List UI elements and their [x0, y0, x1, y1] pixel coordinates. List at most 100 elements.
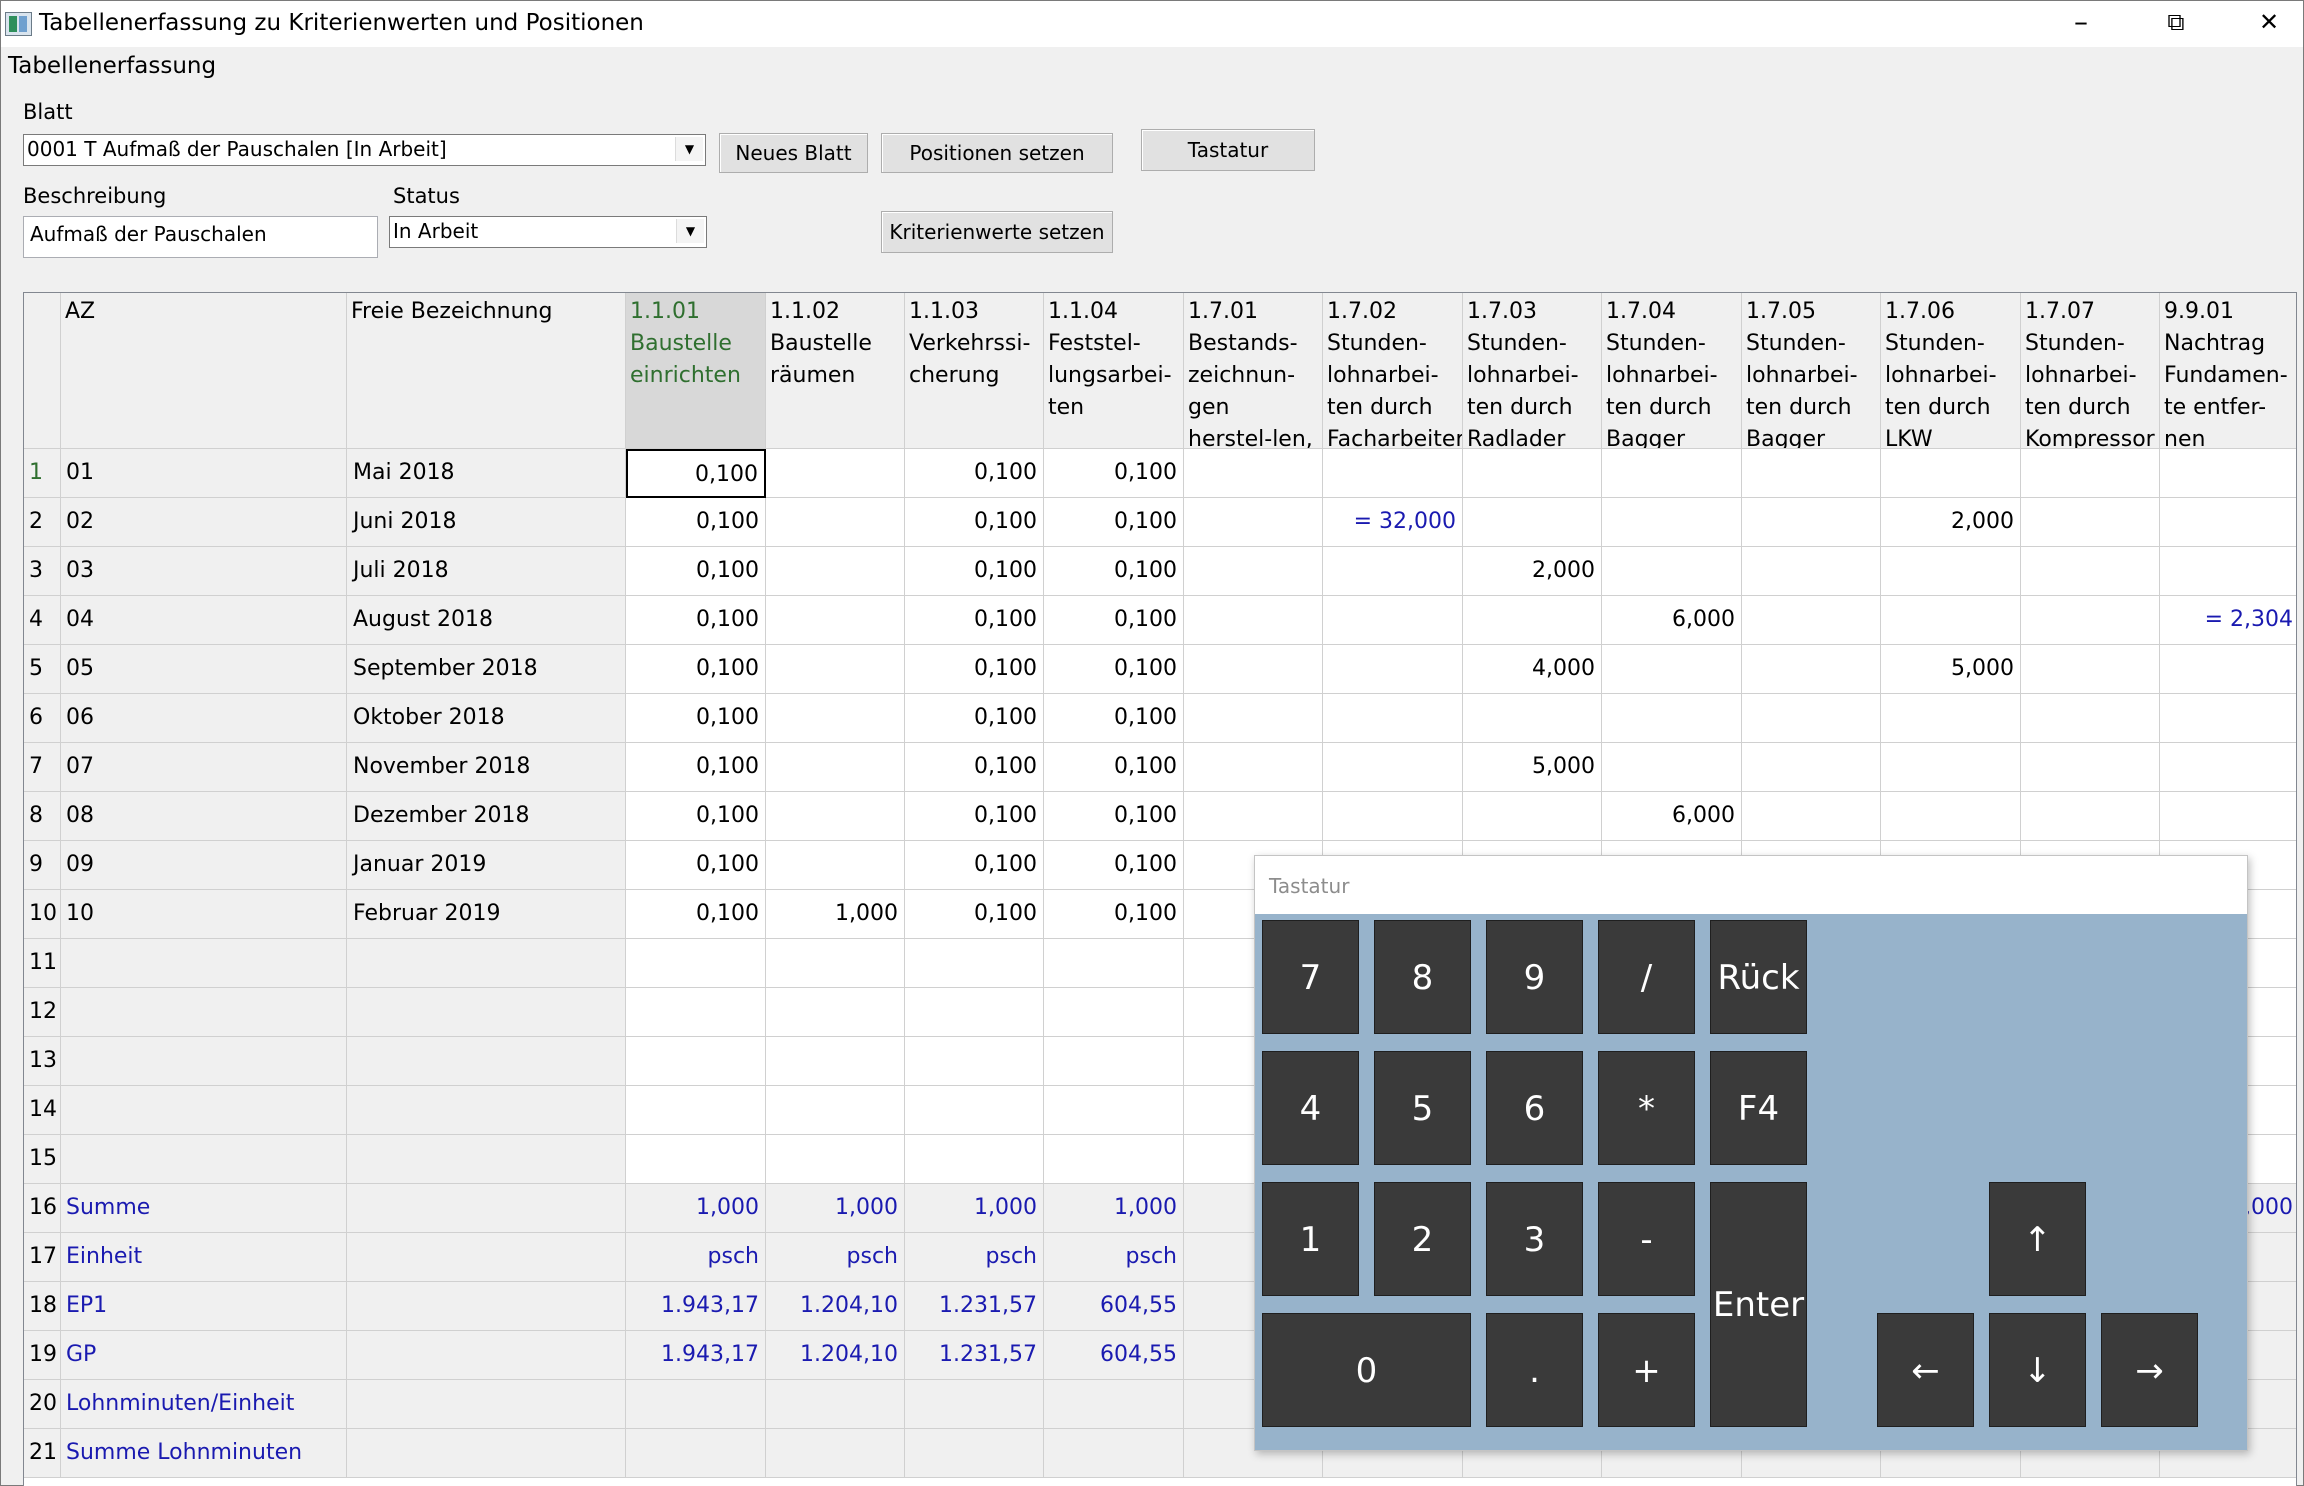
column-header-pos-1-7-01[interactable]: 1.7.01 Bestands-zeichnun-gen herstel-len… — [1184, 293, 1323, 449]
grid-cell-pos-1-1-01[interactable] — [626, 1086, 766, 1135]
grid-cell-freie-bezeichnung[interactable] — [347, 1380, 626, 1429]
grid-cell-pos-1-1-01[interactable]: 0,100 — [626, 694, 766, 743]
grid-cell-pos-1-1-04[interactable]: 604,55 — [1044, 1331, 1184, 1380]
positionen-setzen-button[interactable]: Positionen setzen — [881, 133, 1113, 173]
grid-cell-pos-1-7-06[interactable] — [1881, 743, 2021, 792]
grid-cell-pos-1-1-01[interactable]: 0,100 — [626, 596, 766, 645]
key-2[interactable]: 2 — [1374, 1182, 1471, 1296]
grid-cell-pos-1-7-02[interactable] — [1323, 694, 1463, 743]
grid-cell-pos-1-1-02[interactable] — [766, 547, 905, 596]
grid-cell-pos-1-7-02[interactable] — [1323, 596, 1463, 645]
grid-cell-pos-1-7-04[interactable] — [1602, 645, 1742, 694]
key-9[interactable]: 9 — [1486, 920, 1583, 1034]
grid-cell-az[interactable]: 06 — [61, 694, 347, 743]
grid-cell-pos-1-1-03[interactable] — [905, 988, 1044, 1037]
grid-cell-freie-bezeichnung[interactable]: Dezember 2018 — [347, 792, 626, 841]
close-button[interactable]: ✕ — [2229, 1, 2304, 45]
grid-cell-pos-1-1-03[interactable] — [905, 1135, 1044, 1184]
grid-cell-pos-1-1-02[interactable] — [766, 841, 905, 890]
grid-cell-pos-1-1-02[interactable]: 1,000 — [766, 890, 905, 939]
grid-cell-pos-9-9-01[interactable] — [2160, 498, 2296, 547]
grid-cell-pos-1-7-02[interactable] — [1323, 645, 1463, 694]
minimize-button[interactable]: – — [2041, 1, 2121, 45]
grid-cell-pos-1-7-04[interactable] — [1602, 694, 1742, 743]
column-header-pos-1-7-06[interactable]: 1.7.06 Stunden-lohnarbei-ten durch LKW — [1881, 293, 2021, 449]
status-combobox[interactable]: In Arbeit ▼ — [389, 216, 707, 248]
grid-cell-pos-1-1-01[interactable] — [626, 939, 766, 988]
grid-cell-pos-1-1-02[interactable] — [766, 449, 905, 498]
grid-cell-pos-1-1-04[interactable]: 0,100 — [1044, 743, 1184, 792]
grid-cell-pos-1-1-04[interactable]: 0,100 — [1044, 596, 1184, 645]
grid-cell-pos-1-1-04[interactable]: 604,55 — [1044, 1282, 1184, 1331]
column-header-pos-1-7-03[interactable]: 1.7.03 Stunden-lohnarbei-ten durch Radla… — [1463, 293, 1602, 449]
arrow-down-icon[interactable]: ↓ — [1989, 1313, 2086, 1427]
grid-cell-pos-1-1-03[interactable]: 1.231,57 — [905, 1282, 1044, 1331]
column-header-pos-1-7-05[interactable]: 1.7.05 Stunden-lohnarbei-ten durch Bagge… — [1742, 293, 1881, 449]
grid-cell-pos-1-7-07[interactable] — [2021, 449, 2160, 498]
key-0[interactable]: 0 — [1262, 1313, 1471, 1427]
key-f4[interactable]: F4 — [1710, 1051, 1807, 1165]
grid-cell-pos-1-7-02[interactable] — [1323, 547, 1463, 596]
grid-cell-pos-1-1-04[interactable] — [1044, 988, 1184, 1037]
grid-cell-pos-1-1-03[interactable]: 1.231,57 — [905, 1331, 1044, 1380]
grid-cell-pos-1-1-03[interactable]: 0,100 — [905, 694, 1044, 743]
grid-cell-pos-1-1-01[interactable]: 0,100 — [626, 645, 766, 694]
key-backspace[interactable]: Rück — [1710, 920, 1807, 1034]
grid-cell-pos-1-1-04[interactable]: 0,100 — [1044, 792, 1184, 841]
column-header-pos-1-7-07[interactable]: 1.7.07 Stunden-lohnarbei-ten durch Kompr… — [2021, 293, 2160, 449]
grid-cell-pos-1-1-03[interactable]: 0,100 — [905, 890, 1044, 939]
column-header-freie-bezeichnung[interactable]: Freie Bezeichnung — [347, 293, 626, 449]
grid-cell-pos-1-7-01[interactable] — [1184, 449, 1323, 498]
key-3[interactable]: 3 — [1486, 1182, 1583, 1296]
grid-cell-pos-1-1-04[interactable] — [1044, 1037, 1184, 1086]
grid-cell-az[interactable] — [61, 1135, 347, 1184]
grid-cell-freie-bezeichnung[interactable]: September 2018 — [347, 645, 626, 694]
grid-cell-freie-bezeichnung[interactable] — [347, 1282, 626, 1331]
grid-cell-az[interactable]: Lohnminuten/Einheit — [61, 1380, 347, 1429]
grid-cell-az[interactable]: 07 — [61, 743, 347, 792]
grid-cell-freie-bezeichnung[interactable] — [347, 1184, 626, 1233]
grid-cell-pos-1-1-04[interactable] — [1044, 939, 1184, 988]
grid-cell-az[interactable] — [61, 1037, 347, 1086]
beschreibung-input[interactable]: Aufmaß der Pauschalen — [23, 216, 378, 258]
grid-cell-pos-1-1-01[interactable] — [626, 1037, 766, 1086]
grid-cell-freie-bezeichnung[interactable]: Juni 2018 — [347, 498, 626, 547]
grid-cell-freie-bezeichnung[interactable]: Mai 2018 — [347, 449, 626, 498]
key-divide[interactable]: / — [1598, 920, 1695, 1034]
grid-cell-pos-1-7-07[interactable] — [2021, 498, 2160, 547]
grid-cell-freie-bezeichnung[interactable]: August 2018 — [347, 596, 626, 645]
grid-cell-pos-1-1-02[interactable] — [766, 743, 905, 792]
key-plus[interactable]: + — [1598, 1313, 1695, 1427]
grid-cell-pos-9-9-01[interactable] — [2160, 792, 2296, 841]
key-8[interactable]: 8 — [1374, 920, 1471, 1034]
column-header-pos-1-1-02[interactable]: 1.1.02 Baustelle räumen — [766, 293, 905, 449]
arrow-left-icon[interactable]: ← — [1877, 1313, 1974, 1427]
key-minus[interactable]: - — [1598, 1182, 1695, 1296]
grid-cell-pos-1-7-06[interactable] — [1881, 449, 2021, 498]
grid-cell-pos-1-1-01[interactable]: 0,100 — [626, 449, 766, 498]
neues-blatt-button[interactable]: Neues Blatt — [719, 133, 868, 173]
grid-cell-pos-1-1-02[interactable]: 1.204,10 — [766, 1282, 905, 1331]
grid-cell-pos-1-1-03[interactable] — [905, 1037, 1044, 1086]
grid-cell-pos-1-1-02[interactable] — [766, 939, 905, 988]
grid-cell-pos-1-7-03[interactable] — [1463, 449, 1602, 498]
grid-cell-pos-1-1-03[interactable]: 1,000 — [905, 1184, 1044, 1233]
grid-cell-pos-1-7-03[interactable]: 5,000 — [1463, 743, 1602, 792]
grid-cell-pos-1-1-02[interactable]: psch — [766, 1233, 905, 1282]
grid-cell-pos-1-7-03[interactable]: 4,000 — [1463, 645, 1602, 694]
grid-cell-pos-1-1-02[interactable] — [766, 694, 905, 743]
grid-cell-pos-1-7-03[interactable] — [1463, 596, 1602, 645]
blatt-combobox[interactable]: 0001 T Aufmaß der Pauschalen [In Arbeit]… — [23, 134, 706, 166]
grid-cell-pos-1-1-04[interactable]: 0,100 — [1044, 498, 1184, 547]
grid-cell-pos-1-1-02[interactable] — [766, 645, 905, 694]
column-header-pos-1-1-04[interactable]: 1.1.04 Feststel-lungsarbei-ten — [1044, 293, 1184, 449]
arrow-right-icon[interactable]: → — [2101, 1313, 2198, 1427]
grid-cell-pos-1-1-03[interactable] — [905, 1429, 1044, 1478]
grid-cell-freie-bezeichnung[interactable]: Januar 2019 — [347, 841, 626, 890]
grid-cell-pos-1-7-05[interactable] — [1742, 547, 1881, 596]
restore-button[interactable]: ⧉ — [2136, 1, 2216, 45]
grid-cell-pos-1-7-02[interactable] — [1323, 792, 1463, 841]
grid-cell-pos-1-7-06[interactable]: 5,000 — [1881, 645, 2021, 694]
grid-cell-pos-1-7-05[interactable] — [1742, 498, 1881, 547]
grid-cell-pos-1-1-02[interactable]: 1,000 — [766, 1184, 905, 1233]
